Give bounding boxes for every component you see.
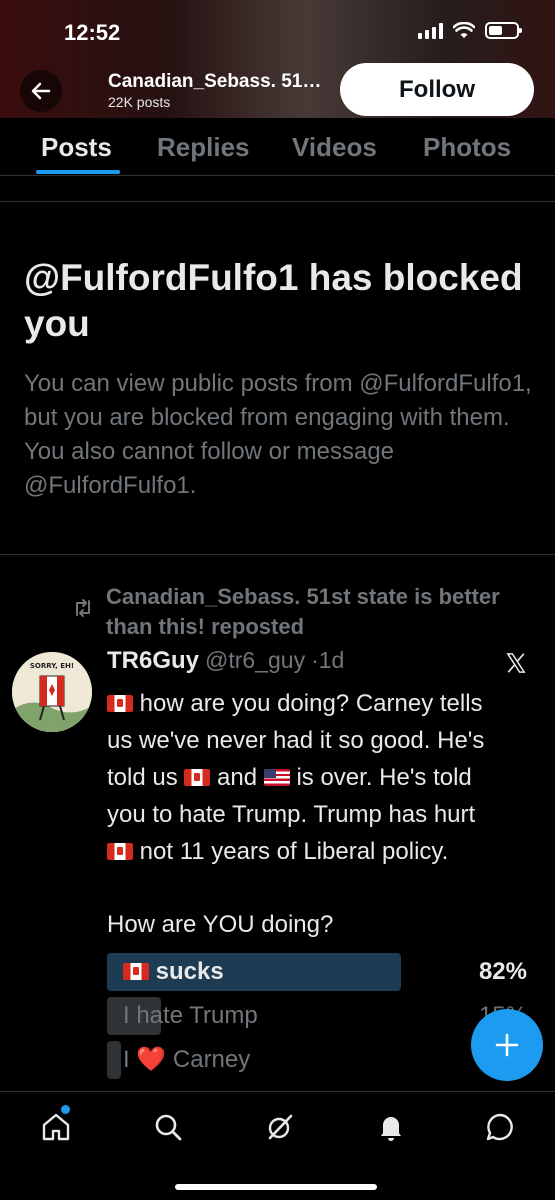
tab-videos[interactable]: Videos [292,132,377,163]
poll-option-text: I hate Trump [123,1002,258,1029]
x-logo-icon [506,653,526,673]
author-name[interactable]: TR6Guy [107,647,199,675]
profile-header-banner: 12:52 Canadian_Sebass. 51… 22K posts Fol… [0,0,555,118]
nav-search[interactable] [150,1109,186,1145]
post-line-5: not 11 years of Liberal policy. [133,838,449,865]
post-line-2: us we've never had it so good. He's [107,727,485,754]
blocked-message: You can view public posts from @FulfordF… [24,370,532,499]
grok-icon [268,1114,293,1140]
us-flag-icon [263,769,290,786]
canada-flag-icon [184,769,211,786]
post-header: TR6Guy @tr6_guy ·1d [107,647,344,675]
post-divider [0,554,555,555]
post-line-3b: and [210,764,264,791]
profile-tabs: Posts Replies Videos Photos [0,118,555,176]
tab-photos[interactable]: Photos [423,132,511,163]
tabs-divider [0,175,555,176]
canada-flag-icon [123,963,149,980]
poll-option-text: I ❤️ Carney [123,1046,251,1073]
poll-option[interactable]: sucks 82% [107,953,537,991]
post-line-4: you to hate Trump. Trump has hurt [107,801,476,828]
status-time: 12:52 [64,20,121,45]
post-line-3c: is over. He's told [289,764,472,791]
home-notification-dot [61,1105,70,1114]
poll-question: How are YOU doing? [107,911,334,938]
canada-flag-icon [107,843,133,860]
wifi-icon [453,22,475,38]
nav-home[interactable] [38,1109,74,1145]
follow-button[interactable]: Follow [340,63,534,116]
compose-button[interactable] [471,1009,543,1081]
post-text: how are you doing? Carney tells us we've… [107,685,537,943]
battery-icon [485,22,522,39]
messages-icon [486,1113,513,1141]
post-time: ·1d [311,647,345,673]
repost-label: Canadian_Sebass. 51st state is better th… [106,584,500,639]
author-handle[interactable]: @tr6_guy [205,647,305,674]
blocked-title: @FulfordFulfo1 has blocked you [24,257,523,344]
back-arrow-icon [31,82,51,100]
avatar-image: SORRY, EH! [12,652,92,732]
nav-notifications[interactable] [373,1109,409,1145]
canada-flag-icon [107,695,133,712]
home-indicator [175,1184,377,1190]
profile-post-count: 22K posts [108,94,171,110]
repost-context[interactable]: Canadian_Sebass. 51st state is better th… [72,582,506,642]
active-tab-indicator [36,170,120,174]
poll-percent: 82% [478,958,527,985]
nav-messages[interactable] [482,1109,518,1145]
profile-display-name: Canadian_Sebass. 51… [108,71,322,92]
poll-bar [107,1041,121,1079]
avatar-caption: SORRY, EH! [30,662,74,670]
search-icon [155,1114,182,1141]
poll-option-label: sucks [123,957,224,987]
section-divider [0,201,555,202]
poll-option[interactable]: I hate Trump 15% [107,997,537,1035]
post-line-1: how are you doing? Carney tells [133,690,483,717]
poll-option-text: sucks [155,958,224,985]
notifications-bell-icon [381,1117,401,1141]
tab-replies[interactable]: Replies [157,132,250,163]
home-icon [42,1113,70,1141]
post-line-3a: told us [107,764,185,791]
tab-posts[interactable]: Posts [41,132,112,163]
compose-plus-icon [495,1033,519,1057]
back-button[interactable] [20,70,62,112]
author-avatar[interactable]: SORRY, EH! [12,652,92,732]
repost-icon [76,599,90,617]
nav-grok[interactable] [262,1109,298,1145]
cellular-signal-icon [418,22,443,39]
status-icons [418,22,522,39]
